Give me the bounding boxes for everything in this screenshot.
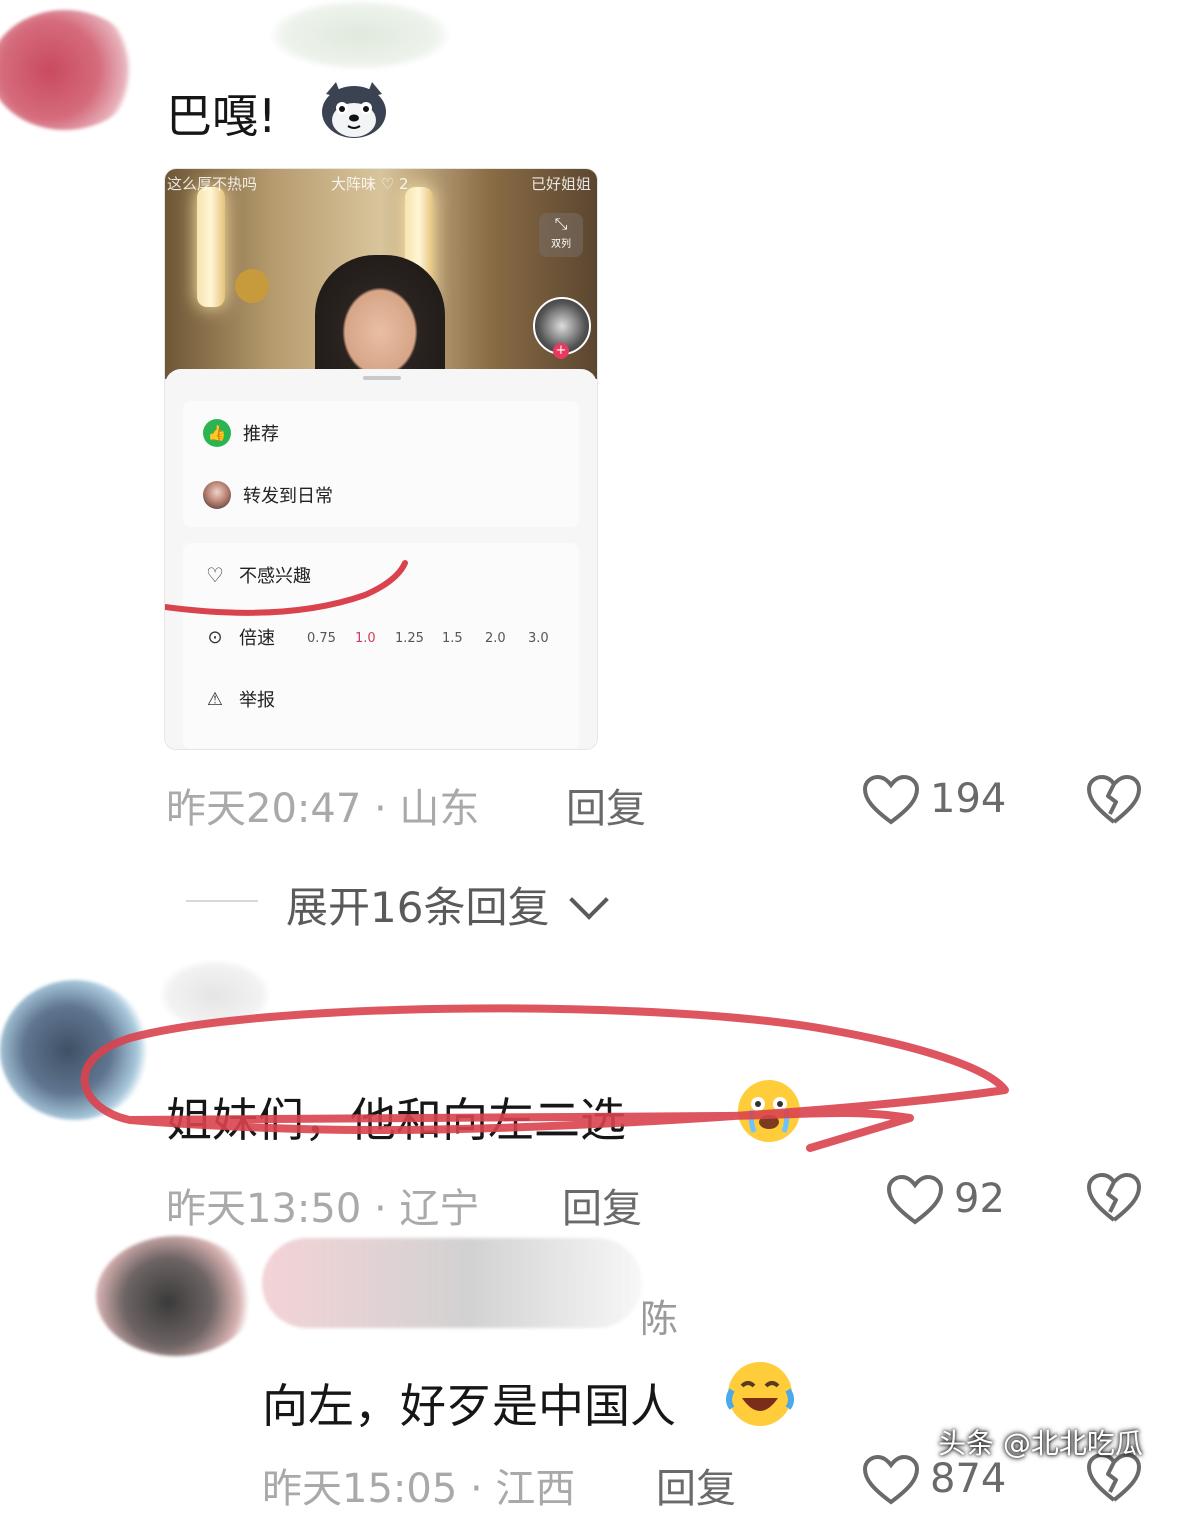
menu-group-share: 👍 推荐 转发到日常 (183, 401, 579, 527)
dislike-broken-heart-icon[interactable] (1086, 1172, 1142, 1224)
comment-meta: 昨天20:47 · 山东 (166, 786, 480, 832)
reply-button[interactable]: 回复 (566, 776, 646, 834)
comment-text: 巴嘎! (166, 89, 277, 143)
like-count: 194 (930, 776, 1007, 822)
speed-option[interactable]: 1.25 (395, 631, 424, 646)
like-button[interactable]: 92 (886, 1172, 1016, 1228)
speed-option[interactable]: 2.0 (485, 631, 506, 646)
reply-button[interactable]: 回复 (656, 1456, 736, 1514)
like-count: 92 (954, 1176, 1005, 1222)
follow-plus-icon[interactable]: + (553, 343, 569, 359)
menu-item-recommend[interactable]: 👍 推荐 (203, 413, 279, 453)
collapse-arrows-icon: ⤡ (554, 214, 568, 233)
username-redacted[interactable] (270, 0, 450, 70)
dislike-broken-heart-icon[interactable] (1086, 774, 1142, 826)
divider-line (186, 900, 258, 902)
like-count: 874 (930, 1456, 1007, 1502)
heart-icon (862, 1454, 920, 1505)
menu-item-report[interactable]: ⚠ 举报 (203, 679, 275, 719)
avatar[interactable] (96, 1236, 256, 1356)
menu-item-forward[interactable]: 转发到日常 (203, 475, 333, 515)
overlay-text: 大阵味 ♡ 2 (331, 175, 409, 193)
red-annotation-stroke (165, 560, 408, 616)
chevron-down-icon (569, 880, 609, 920)
video-preview: 这么厚不热吗 大阵味 ♡ 2 已好姐姐 ⤡ 双列 + (165, 169, 597, 395)
heart-icon (886, 1174, 944, 1225)
user-avatar-icon (203, 481, 231, 509)
laughing-tears-icon (726, 1360, 794, 1428)
speed-option[interactable]: 3.0 (528, 631, 549, 646)
heart-icon (862, 774, 920, 825)
avatar[interactable] (0, 10, 140, 130)
reply-button[interactable]: 回复 (562, 1176, 642, 1234)
playback-speed-icon: ⊙ (207, 626, 223, 648)
watermark: 头条 @北北吃瓜 (938, 1427, 1143, 1460)
like-button[interactable]: 194 (862, 772, 1012, 828)
overlay-text: 已好姐姐 (531, 175, 592, 193)
username-redacted[interactable] (262, 1238, 642, 1328)
comment-text: 向左，好歹是中国人 (262, 1379, 676, 1433)
husky-dog-icon (320, 80, 388, 140)
sheet-handle[interactable] (363, 376, 401, 380)
comment-meta: 昨天15:05 · 江西 (262, 1466, 576, 1512)
speed-option[interactable]: 1.5 (442, 631, 463, 646)
red-annotation-circle (80, 1004, 1009, 1152)
shared-screenshot-image[interactable]: 这么厚不热吗 大阵味 ♡ 2 已好姐姐 ⤡ 双列 + 👍 推荐 转发到日常 ♡ … (164, 168, 598, 750)
comment-meta: 昨天13:50 · 辽宁 (166, 1186, 480, 1232)
overlay-text: 这么厚不热吗 (167, 175, 258, 193)
reply-author-name[interactable]: 陈 (640, 1288, 678, 1343)
double-column-button[interactable]: ⤡ 双列 (539, 213, 583, 257)
expand-replies-button[interactable]: 展开16条回复 (286, 874, 609, 935)
speed-option-selected[interactable]: 1.0 (355, 631, 376, 646)
speed-option[interactable]: 0.75 (307, 631, 336, 646)
thumbs-up-icon: 👍 (203, 419, 231, 447)
warning-icon: ⚠ (206, 688, 224, 710)
